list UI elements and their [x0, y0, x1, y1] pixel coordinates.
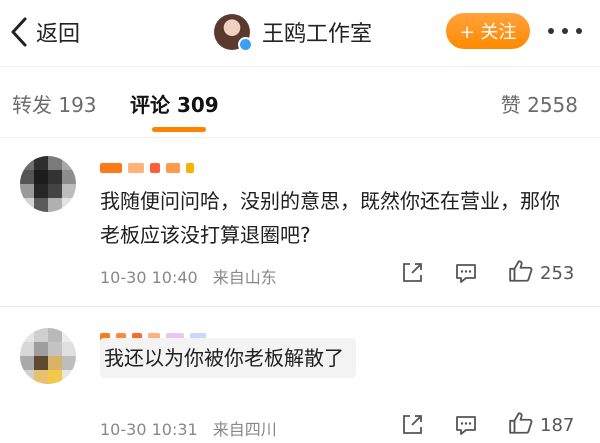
back-label: 返回: [36, 22, 81, 47]
comment-location: 来自四川: [212, 420, 277, 439]
comment-text: 我还以为你被你老板解散了: [100, 338, 356, 378]
share-icon[interactable]: [400, 413, 430, 437]
username-pixelated[interactable]: [100, 158, 260, 178]
avatar[interactable]: [20, 156, 76, 212]
active-tab-indicator: [152, 127, 206, 132]
like-count: 187: [540, 414, 575, 436]
like-button[interactable]: 187: [508, 410, 574, 440]
feedback-tabs: 转发 193 评论 309 赞 2558: [0, 66, 600, 138]
comment-actions: 253: [400, 258, 574, 288]
like-icon: [508, 258, 534, 288]
verified-badge-icon: [238, 37, 253, 52]
comment-meta: 10-30 10:31 来自四川: [100, 416, 277, 440]
comment-time: 10-30 10:31: [100, 420, 198, 439]
chevron-left-icon: [10, 14, 32, 50]
more-options-icon[interactable]: [540, 16, 590, 46]
reply-icon[interactable]: [454, 261, 484, 285]
account-title[interactable]: 王鸥工作室: [214, 12, 372, 52]
tab-likes[interactable]: 赞 2558: [501, 89, 578, 118]
top-bar: 返回 王鸥工作室 + 关注: [0, 0, 600, 66]
back-button[interactable]: 返回: [10, 14, 80, 50]
comment-item: 我还以为你被你老板解散了 10-30 10:31 来自四川 187: [0, 310, 600, 443]
avatar[interactable]: [20, 328, 76, 384]
account-avatar: [214, 14, 253, 52]
like-count: 253: [540, 262, 575, 284]
account-name: 王鸥工作室: [262, 22, 373, 47]
tab-comments[interactable]: 评论 309: [130, 89, 219, 118]
follow-button[interactable]: + 关注: [446, 13, 530, 49]
comment-text: 我随便问问哈，没别的意思，既然你还在营业，那你老板应该没打算退圈吧?: [100, 189, 560, 247]
like-button[interactable]: 253: [508, 258, 574, 288]
comment-divider: [0, 306, 600, 307]
comment-time: 10-30 10:40: [100, 268, 198, 287]
comment-location: 来自山东: [212, 268, 277, 287]
tab-reposts[interactable]: 转发 193: [12, 89, 97, 118]
comment-actions: 187: [400, 410, 574, 440]
like-icon: [508, 410, 534, 440]
comment-item: 我随便问问哈，没别的意思，既然你还在营业，那你老板应该没打算退圈吧? 10-30…: [0, 146, 600, 306]
share-icon[interactable]: [400, 261, 430, 285]
comment-meta: 10-30 10:40 来自山东: [100, 264, 277, 288]
reply-icon[interactable]: [454, 413, 484, 437]
